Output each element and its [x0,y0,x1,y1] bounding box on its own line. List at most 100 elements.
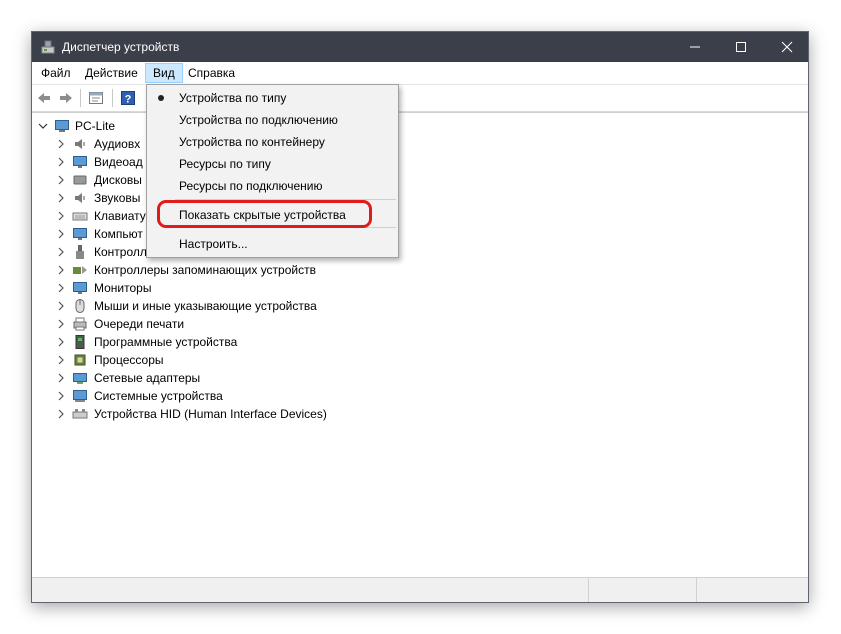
chevron-right-icon[interactable] [56,211,66,221]
arrow-left-icon [38,93,50,103]
tree-category[interactable]: Программные устройства [32,333,808,351]
tree-category-label: Видеоад [94,155,143,169]
toolbar-separator [112,89,113,107]
view-menu-item[interactable]: Ресурсы по подключению [147,175,398,197]
mouse-icon [75,299,85,313]
chevron-right-icon[interactable] [56,391,66,401]
chevron-right-icon[interactable] [56,193,66,203]
chevron-right-icon[interactable] [56,409,66,419]
chevron-right-icon[interactable] [56,337,66,347]
view-menu-item-label: Устройства по контейнеру [179,135,325,149]
chevron-right-icon[interactable] [56,175,66,185]
chevron-down-icon[interactable] [38,121,48,131]
tree-category[interactable]: Системные устройства [32,387,808,405]
tree-category-label: Звуковы [94,191,141,205]
svg-text:?: ? [125,94,132,106]
menu-help[interactable]: Справка [181,63,242,83]
view-menu-item-label: Устройства по подключению [179,113,338,127]
view-menu-item-label: Устройства по типу [179,91,287,105]
chevron-right-icon[interactable] [56,319,66,329]
view-menu-item[interactable]: Устройства по подключению [147,109,398,131]
status-bar [32,577,808,602]
tree-category-label: Аудиовх [94,137,141,151]
menu-view[interactable]: Вид [145,63,183,83]
chevron-right-icon[interactable] [56,247,66,257]
properties-icon [89,92,103,104]
view-menu-item-label: Настроить... [179,237,248,251]
tree-category-label: Устройства HID (Human Interface Devices) [94,407,327,421]
monitor-icon [73,228,87,240]
speaker-icon [75,193,85,203]
tree-category[interactable]: Очереди печати [32,315,808,333]
view-menu-dropdown: Устройства по типу Устройства по подключе… [146,84,399,258]
menu-action[interactable]: Действие [78,63,145,83]
chevron-right-icon[interactable] [56,265,66,275]
view-menu-item[interactable]: Устройства по контейнеру [147,131,398,153]
tree-category-label: Сетевые адаптеры [94,371,201,385]
view-menu-item[interactable]: Ресурсы по типу [147,153,398,175]
tree-category-label: Клавиату [94,209,146,223]
menu-file[interactable]: Файл [34,63,78,83]
help-icon: ? [121,91,135,106]
view-menu-item[interactable]: Настроить... [147,233,398,255]
chevron-right-icon[interactable] [56,139,66,149]
view-menu-item-label: Ресурсы по подключению [179,179,323,193]
selected-bullet-icon [158,95,164,101]
chevron-right-icon[interactable] [56,301,66,311]
tree-category-label: Контролл [94,245,147,259]
close-icon [781,41,793,53]
properties-button[interactable] [86,88,106,108]
help-button[interactable]: ? [118,88,138,108]
minimize-button[interactable] [672,32,718,62]
tree-category-label: Мыши и иные указывающие устройства [94,299,317,313]
monitor-icon [73,282,87,294]
chevron-right-icon[interactable] [56,283,66,293]
tree-category-label: Программные устройства [94,335,238,349]
status-cell [588,578,697,602]
title-bar[interactable]: Диспетчер устройств [32,32,808,62]
maximize-icon [736,42,746,52]
chevron-right-icon[interactable] [56,157,66,167]
status-cell [696,578,808,602]
view-menu-item[interactable]: Устройства по типу [147,87,398,109]
keyboard-icon [72,212,88,221]
chevron-right-icon[interactable] [56,355,66,365]
arrow-right-icon [60,93,72,103]
tree-category[interactable]: Контроллеры запоминающих устройств [32,261,808,279]
tree-category-label: Мониторы [94,281,152,295]
forward-button[interactable] [56,88,76,108]
chevron-right-icon[interactable] [56,229,66,239]
tree-category-label: Очереди печати [94,317,185,331]
chevron-right-icon[interactable] [56,373,66,383]
tree-category-label: Системные устройства [94,389,223,403]
tree-category-label: Компьют [94,227,143,241]
tree-category-label: Процессоры [94,353,164,367]
speaker-icon [75,139,85,149]
tree-category[interactable]: Сетевые адаптеры [32,369,808,387]
view-menu-item-label: Ресурсы по типу [179,157,271,171]
system-device-icon [73,390,87,402]
tree-category[interactable]: Мониторы [32,279,808,297]
tree-category[interactable]: Устройства HID (Human Interface Devices) [32,405,808,423]
tree-category-label: Дисковы [94,173,142,187]
close-button[interactable] [764,32,808,62]
window-title: Диспетчер устройств [62,40,180,54]
printer-icon [73,317,87,331]
software-device-icon [75,335,85,349]
menu-bar: Файл Действие Вид Справка [32,62,808,85]
back-button[interactable] [34,88,54,108]
minimize-icon [690,46,700,48]
storage-controller-icon [73,266,87,274]
tree-category[interactable]: Процессоры [32,351,808,369]
tree-root-label: PC-Lite [75,119,116,133]
hid-icon [72,409,88,419]
maximize-button[interactable] [718,32,764,62]
computer-icon [55,120,69,132]
tree-category-label: Контроллеры запоминающих устройств [94,263,316,277]
network-adapter-icon [73,373,87,384]
cpu-icon [74,354,86,366]
device-manager-app-icon [40,39,56,55]
highlight-annotation [157,200,372,228]
disk-icon [73,175,87,185]
tree-category[interactable]: Мыши и иные указывающие устройства [32,297,808,315]
